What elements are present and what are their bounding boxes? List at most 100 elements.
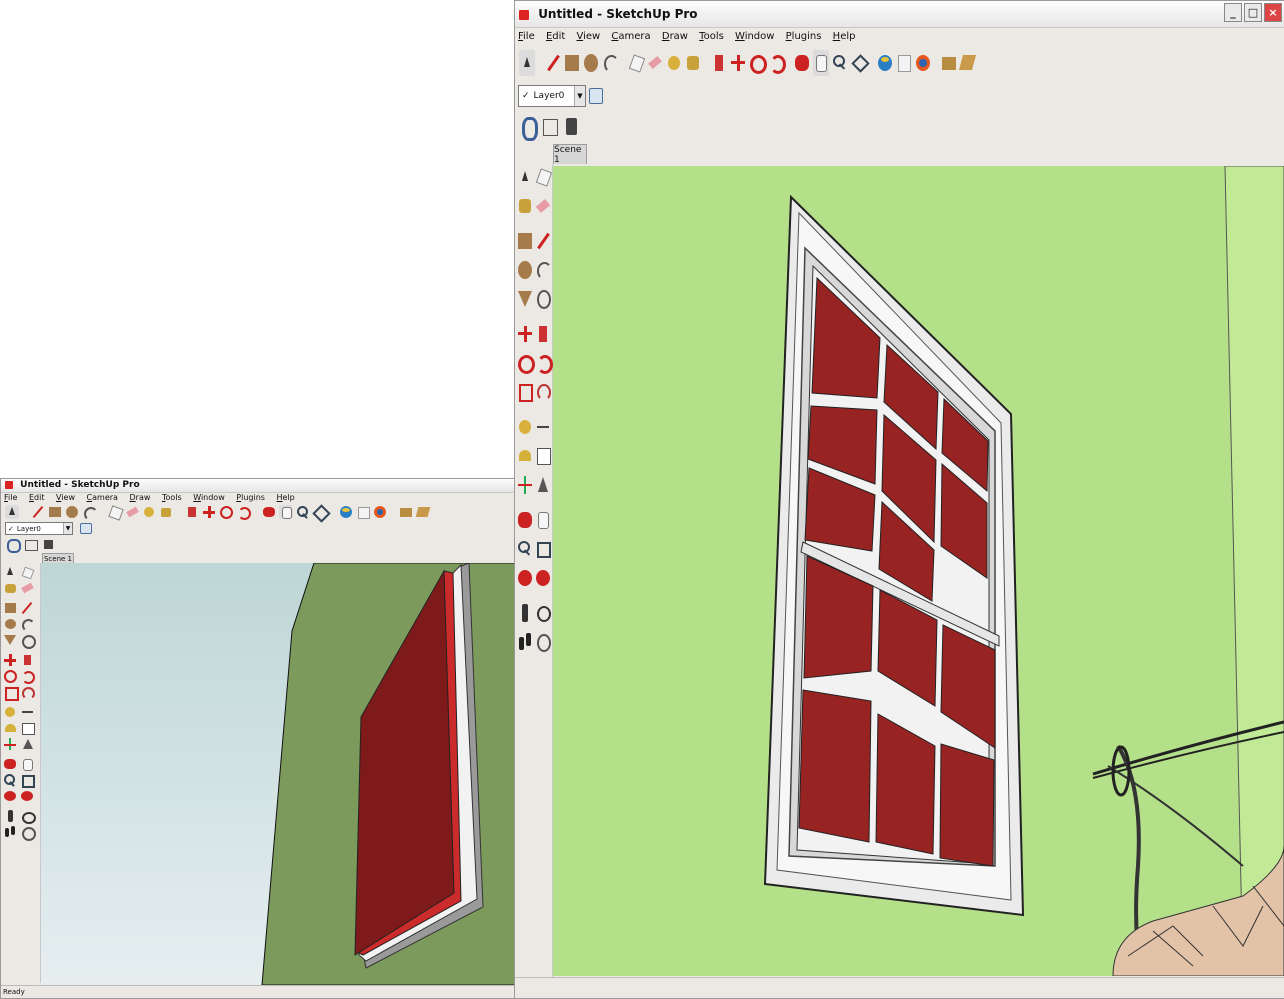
large-3d-viewport[interactable]	[553, 166, 1284, 976]
large-layer-dropdown[interactable]: ✓ Layer0 ▼	[518, 85, 586, 107]
move-icon[interactable]	[730, 50, 746, 76]
pencil-icon[interactable]	[545, 50, 561, 76]
3d-text-icon[interactable]	[20, 737, 35, 751]
orbit-icon[interactable]	[3, 757, 18, 771]
protractor-icon[interactable]	[3, 721, 18, 735]
menu-draw[interactable]: Draw	[662, 28, 688, 46]
zoom-extents-icon[interactable]	[851, 50, 870, 76]
move-icon[interactable]	[517, 321, 533, 348]
3d-text-icon[interactable]	[535, 472, 551, 499]
get-models-icon[interactable]	[877, 50, 893, 76]
push-pull-icon[interactable]	[20, 653, 35, 667]
pencil-icon[interactable]	[31, 505, 45, 519]
select-icon[interactable]	[519, 50, 535, 76]
menu-file[interactable]: File	[4, 492, 17, 503]
zoom-extents-icon[interactable]	[312, 504, 331, 523]
dimension-icon[interactable]	[535, 414, 551, 441]
previous-view-icon[interactable]	[3, 789, 18, 803]
scale-icon[interactable]	[3, 685, 19, 701]
select-icon[interactable]	[3, 565, 18, 579]
share-model-icon[interactable]	[896, 50, 912, 76]
axes-icon[interactable]	[3, 737, 18, 751]
menu-camera[interactable]: Camera	[611, 28, 650, 46]
rectangle-icon[interactable]	[517, 228, 533, 255]
get-models-icon[interactable]	[339, 505, 353, 519]
pan-icon[interactable]	[813, 50, 829, 76]
text-icon[interactable]	[20, 721, 35, 735]
push-pull-icon[interactable]	[535, 321, 551, 348]
freehand-icon[interactable]	[535, 286, 551, 313]
wireframe-icon[interactable]	[23, 538, 39, 551]
menu-tools[interactable]: Tools	[699, 28, 724, 46]
orbit-icon[interactable]	[262, 505, 276, 519]
scale-icon[interactable]	[517, 379, 533, 406]
section-plane-icon[interactable]	[535, 629, 551, 656]
rectangle-icon[interactable]	[48, 505, 62, 519]
push-pull-icon[interactable]	[711, 50, 727, 76]
position-camera-icon[interactable]	[517, 600, 533, 627]
walk-icon[interactable]	[3, 825, 18, 839]
maximize-button[interactable]: □	[1244, 3, 1262, 22]
small-scene-tab[interactable]: Scene 1	[42, 553, 74, 563]
small-3d-viewport[interactable]	[41, 563, 515, 985]
circle-icon[interactable]	[65, 505, 79, 519]
select-icon[interactable]	[517, 164, 533, 191]
next-view-icon[interactable]	[535, 565, 551, 592]
paint-bucket-icon[interactable]	[685, 50, 701, 76]
menu-tools[interactable]: Tools	[162, 492, 182, 503]
freehand-icon[interactable]	[20, 633, 36, 649]
arc-icon[interactable]	[82, 505, 98, 521]
rotate-icon[interactable]	[219, 505, 233, 519]
paint-bucket-icon[interactable]	[3, 581, 18, 595]
layer-manager-icon[interactable]	[79, 521, 93, 534]
zoom-icon[interactable]	[3, 773, 18, 787]
menu-edit[interactable]: Edit	[546, 28, 565, 46]
eraser-icon[interactable]	[535, 193, 551, 220]
section-plane-icon[interactable]	[20, 825, 36, 841]
share-model-icon[interactable]	[356, 505, 370, 519]
google-earth-icon[interactable]	[915, 50, 931, 76]
menu-help[interactable]: Help	[277, 492, 295, 503]
eraser-icon[interactable]	[20, 581, 35, 595]
menu-draw[interactable]: Draw	[129, 492, 150, 503]
chevron-down-icon[interactable]: ▼	[574, 86, 585, 106]
warehouse-icon[interactable]	[958, 50, 977, 76]
shaded-icon[interactable]	[41, 538, 57, 551]
make-component-icon[interactable]	[108, 505, 124, 521]
warehouse-icon[interactable]	[415, 505, 431, 519]
follow-me-icon[interactable]	[236, 505, 251, 520]
look-around-icon[interactable]	[535, 600, 551, 627]
previous-view-icon[interactable]	[517, 565, 533, 592]
menu-plugins[interactable]: Plugins	[236, 492, 265, 503]
circle-icon[interactable]	[583, 50, 599, 76]
tape-measure-icon[interactable]	[142, 505, 156, 519]
rectangle-icon[interactable]	[564, 50, 580, 76]
tape-measure-icon[interactable]	[3, 705, 18, 719]
polygon-icon[interactable]	[517, 286, 533, 313]
make-component-icon[interactable]	[535, 164, 553, 191]
circle-icon[interactable]	[3, 617, 18, 631]
menu-edit[interactable]: Edit	[29, 492, 45, 503]
zoom-icon[interactable]	[517, 536, 533, 563]
paint-bucket-icon[interactable]	[517, 193, 533, 220]
make-component-icon[interactable]	[20, 565, 35, 580]
move-icon[interactable]	[3, 653, 18, 667]
rotate-icon[interactable]	[3, 669, 18, 683]
close-button[interactable]: ×	[1264, 3, 1282, 22]
follow-me-icon[interactable]	[535, 350, 553, 377]
menu-window[interactable]: Window	[735, 28, 774, 46]
orbit-icon[interactable]	[517, 507, 533, 534]
offset-icon[interactable]	[535, 379, 551, 406]
rotate-icon[interactable]	[749, 50, 767, 76]
tape-measure-icon[interactable]	[666, 50, 682, 76]
google-earth-icon[interactable]	[373, 505, 387, 519]
menu-camera[interactable]: Camera	[87, 492, 118, 503]
chevron-down-icon[interactable]: ▼	[63, 523, 72, 534]
menu-view[interactable]: View	[577, 28, 601, 46]
make-component-icon[interactable]	[628, 50, 646, 76]
offset-icon[interactable]	[20, 685, 35, 700]
protractor-icon[interactable]	[517, 443, 533, 470]
orbit-icon[interactable]	[794, 50, 810, 76]
zoom-icon[interactable]	[832, 50, 848, 76]
menu-view[interactable]: View	[56, 492, 75, 503]
